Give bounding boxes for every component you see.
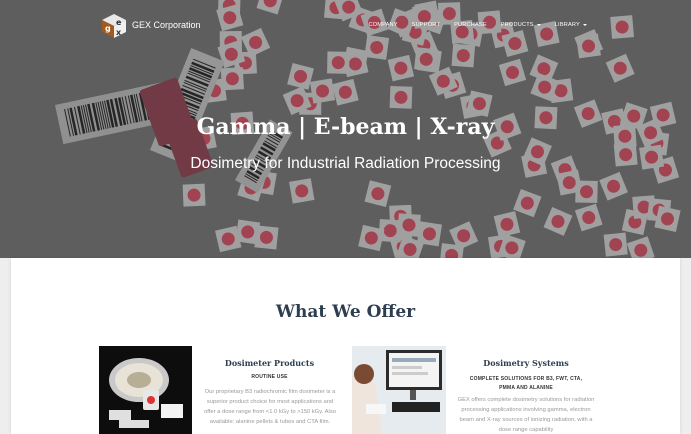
nav-item-library-label: LIBRARY [554,22,580,28]
section-title: What We Offer [275,302,416,322]
dosimeter-products-image[interactable] [99,346,192,434]
product-title-systems[interactable]: Dosimetry Systems [451,358,601,368]
logo-letter-x: x [116,28,122,37]
top-navbar: g e x GEX Corporation COMPANY SUPPORT PU… [0,0,691,50]
product-title-dosimeter[interactable]: Dosimeter Products [197,358,342,368]
nav-item-library[interactable]: LIBRARY [555,22,587,28]
hero-subtitle: Dosimetry for Industrial Radiation Proce… [190,155,501,172]
product-subtitle-systems: COMPLETE SOLUTIONS FOR B3, FWT, CTA, PMM… [469,376,583,391]
logo-letter-g: g [105,24,111,33]
nav-item-products[interactable]: PRODUCTS [501,22,541,28]
nav-item-products-label: PRODUCTS [500,22,534,28]
chevron-down-icon [583,23,587,26]
logo-letter-e: e [116,18,122,27]
nav-item-company[interactable]: COMPANY [368,22,397,28]
hero-title: Gamma | E-beam | X-ray [196,114,495,140]
nav-item-support[interactable]: SUPPORT [412,22,440,28]
product-description-dosimeter: Our proprietary B3 radiochromic film dos… [204,389,336,425]
product-subtitle-dosimeter: ROUTINE USE [251,374,288,380]
hero-banner: g e x GEX Corporation COMPANY SUPPORT PU… [0,0,691,258]
brand-name[interactable]: GEX Corporation [132,20,201,30]
nav-item-purchase[interactable]: PURCHASE [454,22,487,28]
dosimetry-systems-image[interactable] [352,346,446,434]
gex-logo-icon[interactable]: g e x [101,13,127,39]
chevron-down-icon [536,23,541,26]
product-description-systems: GEX offers complete dosimetry solutions … [457,397,595,433]
offer-section: What We Offer Dosimeter Products ROUTINE… [11,258,680,434]
nav-menu: COMPANY SUPPORT PURCHASE PRODUCTS LIBRAR… [368,22,587,28]
